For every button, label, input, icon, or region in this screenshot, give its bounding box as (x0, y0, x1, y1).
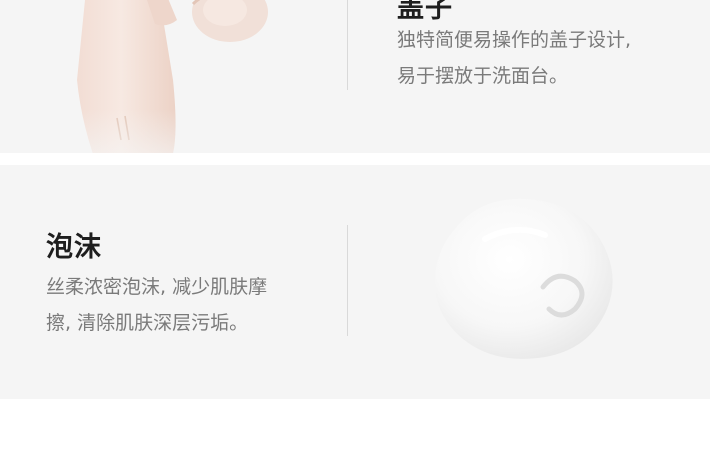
bottom-whitespace (0, 399, 710, 474)
foam-title: 泡沫 (46, 232, 102, 263)
cap-description-line-2: 易于摆放于洗面台。 (397, 65, 569, 87)
cap-feature-panel: 盖子 独特简便易操作的盖子设计, 易于摆放于洗面台。 (0, 0, 710, 153)
foam-image (434, 198, 613, 359)
cleanser-tube-image (55, 0, 295, 153)
cap-description: 独特简便易操作的盖子设计, 易于摆放于洗面台。 (397, 22, 631, 94)
foam-description-line-1: 丝柔浓密泡沫, 减少肌肤摩 (46, 276, 268, 298)
cap-description-line-1: 独特简便易操作的盖子设计, (397, 29, 632, 51)
foam-feature-panel: 泡沫 丝柔浓密泡沫, 减少肌肤摩 擦, 清除肌肤深层污垢。 (0, 165, 710, 399)
section-gap (0, 153, 710, 165)
cap-divider (347, 0, 348, 90)
foam-description-line-2: 擦, 清除肌肤深层污垢。 (46, 312, 249, 334)
foam-divider (347, 225, 348, 336)
foam-description: 丝柔浓密泡沫, 减少肌肤摩 擦, 清除肌肤深层污垢。 (46, 269, 267, 341)
